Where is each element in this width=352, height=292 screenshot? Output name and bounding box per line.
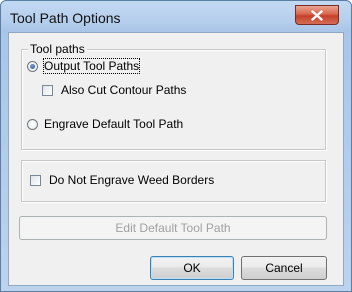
dialog-client-area: Tool paths Output Tool Paths Also Cut Co… (8, 32, 344, 286)
also-cut-contour-paths-label[interactable]: Also Cut Contour Paths (61, 83, 186, 97)
close-icon (311, 9, 323, 21)
engrave-default-tool-path-label[interactable]: Engrave Default Tool Path (44, 117, 183, 131)
dialog-window: Tool Path Options Tool paths Output Tool… (0, 0, 352, 292)
output-tool-paths-radio-option[interactable]: Output Tool Paths (27, 58, 141, 74)
do-not-engrave-weed-borders-checkbox[interactable] (30, 174, 41, 186)
do-not-engrave-weed-borders-label[interactable]: Do Not Engrave Weed Borders (49, 173, 214, 187)
close-button[interactable] (295, 5, 339, 25)
cancel-button[interactable]: Cancel (241, 256, 327, 280)
output-tool-paths-label[interactable]: Output Tool Paths (42, 58, 141, 74)
do-not-engrave-weed-borders-checkbox-option[interactable]: Do Not Engrave Weed Borders (30, 173, 214, 187)
tool-paths-group: Tool paths Output Tool Paths Also Cut Co… (21, 42, 326, 150)
tool-paths-group-label: Tool paths (28, 42, 87, 56)
also-cut-contour-paths-checkbox[interactable] (42, 84, 53, 96)
weed-borders-group: Do Not Engrave Weed Borders (21, 160, 326, 202)
engrave-default-tool-path-radio-option[interactable]: Engrave Default Tool Path (27, 117, 183, 131)
title-bar[interactable]: Tool Path Options (1, 1, 351, 35)
ok-button[interactable]: OK (150, 256, 234, 280)
engrave-default-tool-path-radio[interactable] (27, 118, 38, 130)
also-cut-contour-paths-checkbox-option[interactable]: Also Cut Contour Paths (42, 83, 186, 97)
window-title: Tool Path Options (10, 10, 121, 26)
edit-default-tool-path-button[interactable]: Edit Default Tool Path (19, 216, 327, 240)
output-tool-paths-radio[interactable] (27, 60, 38, 72)
